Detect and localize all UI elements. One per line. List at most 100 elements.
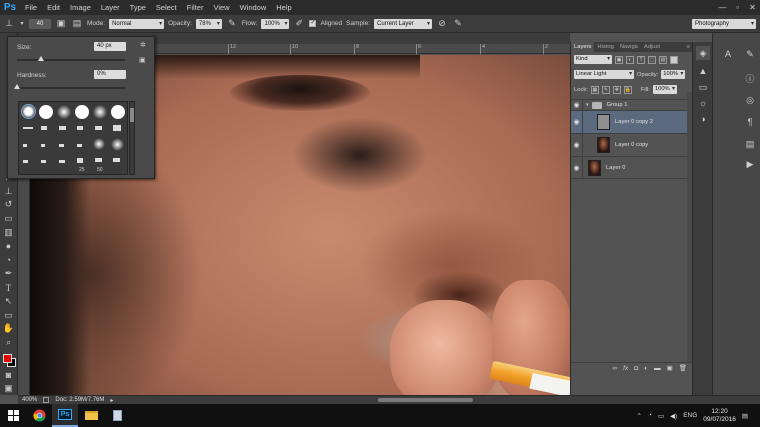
eraser-tool-icon[interactable]: ▭	[2, 212, 16, 225]
brush-preset-hard[interactable]	[111, 105, 125, 119]
ignore-adjustment-layers-icon[interactable]: ⊘	[436, 18, 448, 30]
brush-preset-grid[interactable]: 25 50	[18, 101, 128, 175]
brush-preset-stroke[interactable]	[23, 144, 27, 147]
menu-type[interactable]: Type	[125, 3, 151, 12]
menu-select[interactable]: Select	[151, 3, 182, 12]
brush-preset-stroke[interactable]	[59, 126, 66, 130]
menu-image[interactable]: Image	[65, 3, 96, 12]
layer-row-layer-0-copy[interactable]: ◉ Layer 0 copy	[571, 133, 687, 156]
quick-mask-icon[interactable]: ◙	[2, 368, 16, 381]
brush-preset-soft-selected[interactable]	[21, 104, 36, 119]
zoom-tool-icon[interactable]: ⌕	[2, 336, 16, 349]
hardness-slider-handle[interactable]	[14, 84, 20, 89]
lock-transparent-icon[interactable]: ▦	[590, 85, 599, 94]
pressure-size-icon[interactable]: ✎	[452, 18, 464, 30]
brush-size-preview[interactable]: 40	[29, 18, 51, 29]
tab-layers[interactable]: Layers	[571, 42, 595, 52]
size-slider[interactable]	[17, 59, 125, 61]
clone-source-icon[interactable]: ▤	[71, 18, 83, 30]
chrome-icon[interactable]	[26, 404, 52, 427]
expand-arrow-icon[interactable]: ▾	[586, 102, 589, 108]
path-selection-tool-icon[interactable]: ↖	[2, 295, 16, 308]
add-mask-icon[interactable]: ◘	[634, 365, 638, 372]
link-layers-icon[interactable]: ∞	[613, 365, 618, 372]
brush-preset-soft[interactable]	[111, 138, 124, 151]
pressure-opacity-icon[interactable]: ✎	[226, 18, 238, 30]
filter-kind-select[interactable]: Kind	[574, 55, 612, 64]
brush-preset-soft[interactable]	[93, 138, 105, 150]
brush-preset-stroke[interactable]	[59, 144, 64, 147]
screen-mode-icon[interactable]: ▣	[2, 382, 16, 395]
filter-pixel-icon[interactable]: ▣	[615, 55, 623, 64]
brush-grid-scrollbar[interactable]	[129, 101, 135, 175]
brush-preset-soft[interactable]	[57, 105, 71, 119]
gradient-tool-icon[interactable]: ▥	[2, 226, 16, 239]
delete-layer-icon[interactable]: 🗑	[679, 364, 687, 372]
color-swatches[interactable]	[1, 351, 17, 368]
blend-mode-select[interactable]: Linear Light	[574, 70, 634, 79]
menu-view[interactable]: View	[208, 3, 234, 12]
brush-settings-icon[interactable]: ✎	[743, 47, 757, 61]
brush-preset-stroke[interactable]	[77, 144, 82, 147]
adjustments-icon[interactable]: ☼	[696, 96, 710, 110]
hardness-slider[interactable]	[17, 87, 125, 89]
layer-row-group-1[interactable]: ◉ ▾ Group 1	[571, 99, 687, 110]
navigator-icon[interactable]: ▭	[696, 80, 710, 94]
tab-adjustments[interactable]: Adjust	[641, 44, 663, 50]
chevron-down-icon[interactable]: ▾	[19, 18, 25, 30]
notifications-icon[interactable]: ▤	[742, 412, 748, 420]
status-info-icon[interactable]	[43, 397, 50, 403]
visibility-eye-icon[interactable]: ◉	[571, 157, 583, 178]
menu-window[interactable]: Window	[235, 3, 272, 12]
brush-preset-stroke[interactable]	[23, 127, 33, 129]
workspace-select[interactable]: Photography	[692, 18, 756, 29]
layer-row-layer-0-copy-2[interactable]: ◉ Layer 0 copy 2	[571, 110, 687, 133]
visibility-eye-icon[interactable]: ◉	[571, 134, 583, 156]
horizontal-scrollbar[interactable]	[378, 398, 473, 402]
layer-style-icon[interactable]: fx	[623, 365, 628, 372]
visibility-eye-icon[interactable]: ◉	[571, 100, 583, 110]
photoshop-taskbar-icon[interactable]: Ps	[52, 404, 78, 427]
histogram-icon[interactable]: ▲	[696, 64, 710, 78]
lock-position-icon[interactable]: ✥	[612, 85, 621, 94]
layer-row-layer-0[interactable]: ◉ Layer 0	[571, 156, 687, 179]
brush-preset-stroke[interactable]	[59, 160, 65, 163]
actions-play-icon[interactable]: ▶	[743, 157, 757, 171]
airbrush-icon[interactable]: ✐	[293, 18, 305, 30]
battery-icon[interactable]: ▭	[658, 412, 664, 420]
brush-preset-stroke[interactable]	[113, 125, 121, 131]
menu-file[interactable]: File	[20, 3, 42, 12]
network-icon[interactable]: ◔	[648, 412, 652, 419]
visibility-eye-icon[interactable]: ◉	[571, 111, 583, 133]
file-explorer-icon[interactable]	[78, 404, 104, 427]
brush-preset-stroke[interactable]	[41, 126, 47, 130]
brush-panel-icon[interactable]: ▣	[55, 18, 67, 30]
hardness-input[interactable]: 0%	[94, 70, 126, 79]
menu-layer[interactable]: Layer	[96, 3, 125, 12]
mode-select[interactable]: Normal	[109, 18, 165, 29]
lock-all-icon[interactable]: 🔒	[623, 85, 632, 94]
new-group-icon[interactable]: ▬	[654, 365, 661, 372]
gear-icon[interactable]: ✲	[140, 41, 146, 49]
filter-smart-object-icon[interactable]: ▤	[659, 55, 667, 64]
brush-preset-hard[interactable]	[39, 105, 53, 119]
brush-preset-stroke[interactable]	[41, 144, 45, 147]
brush-preset-hard[interactable]	[75, 105, 89, 119]
character-icon[interactable]: A	[721, 47, 735, 61]
dodge-tool-icon[interactable]: ◔	[2, 254, 16, 267]
brush-preset-stroke[interactable]	[23, 160, 28, 163]
color-icon[interactable]: ◑	[696, 112, 710, 126]
sample-select[interactable]: Current Layer	[374, 18, 432, 29]
menu-help[interactable]: Help	[271, 3, 296, 12]
tab-histogram[interactable]: Histog	[594, 44, 616, 50]
new-layer-icon[interactable]: ▣	[667, 364, 673, 372]
brush-preset-soft[interactable]	[93, 105, 107, 119]
foreground-color-swatch[interactable]	[2, 354, 12, 364]
layers-panel-icon[interactable]: ◈	[696, 46, 710, 60]
app-icon[interactable]	[104, 404, 130, 427]
tray-chevron-icon[interactable]: ⌃	[636, 412, 641, 420]
flow-input[interactable]: 100%	[261, 18, 290, 29]
filter-adjustment-icon[interactable]: ◐	[626, 55, 634, 64]
new-preset-icon[interactable]: ▣	[139, 56, 146, 64]
brush-preset-stroke[interactable]	[41, 160, 46, 163]
